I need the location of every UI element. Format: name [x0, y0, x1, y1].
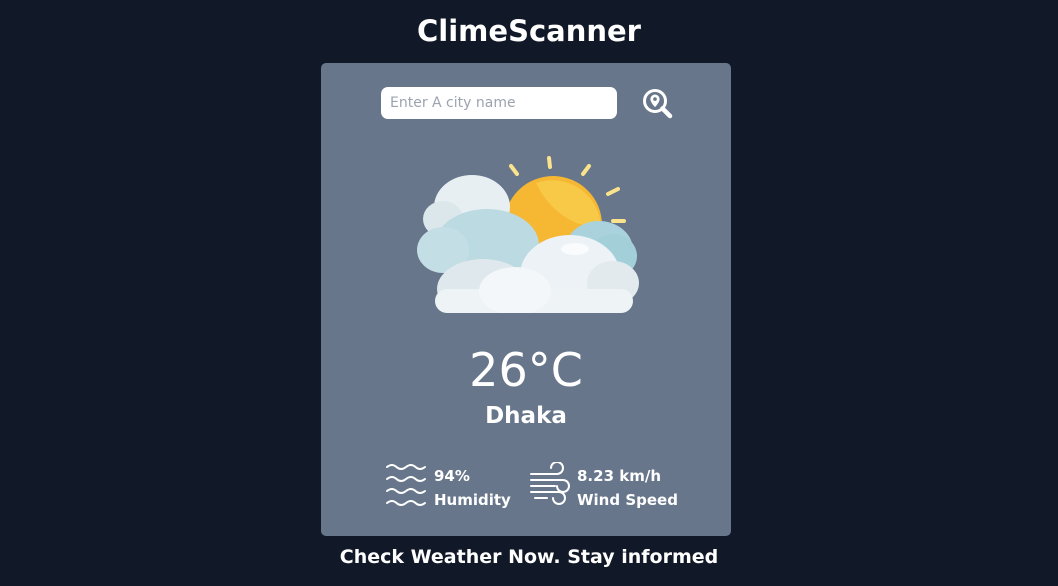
footer-tagline: Check Weather Now. Stay informed: [339, 546, 719, 568]
search-button[interactable]: [641, 87, 675, 121]
city-search-input[interactable]: [381, 87, 617, 119]
search-location-icon: [643, 89, 673, 119]
partly-cloudy-icon: [417, 156, 639, 313]
wind-icon: [530, 462, 570, 505]
app-title: ClimeScanner: [417, 14, 641, 48]
wind-speed-label: Wind Speed: [577, 491, 678, 509]
wind-details: 8.23 km/h Wind Speed: [577, 464, 678, 512]
humidity-label: Humidity: [434, 491, 511, 509]
humidity-details: 94% Humidity: [434, 464, 511, 512]
temperature: 26°C: [469, 343, 583, 397]
weather-card: 26°C Dhaka 94% Humidity 8.23 km/h Wind S…: [321, 63, 731, 536]
humidity-waves-icon: [386, 464, 426, 506]
city-name: Dhaka: [485, 403, 567, 429]
humidity-value: 94%: [434, 467, 470, 485]
wind-speed-value: 8.23 km/h: [577, 467, 661, 485]
